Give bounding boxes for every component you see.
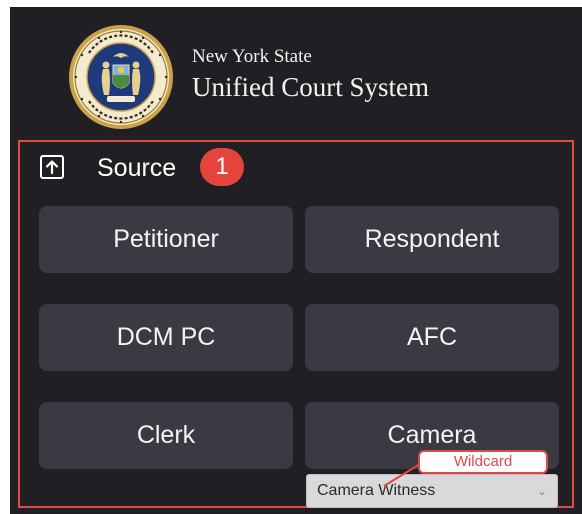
camera-witness-select[interactable]: Camera Witness ⌄ bbox=[306, 474, 558, 508]
respondent-button[interactable]: Respondent bbox=[305, 206, 559, 273]
upload-icon bbox=[40, 155, 64, 179]
clerk-button-label: Clerk bbox=[136, 421, 196, 449]
wildcard-callout: Wildcard bbox=[418, 450, 548, 474]
step-badge: 1 bbox=[200, 148, 244, 186]
org-name-line1: New York State bbox=[192, 46, 312, 67]
afc-button[interactable]: AFC bbox=[305, 304, 559, 371]
afc-button-label: AFC bbox=[407, 323, 457, 351]
petitioner-button[interactable]: Petitioner bbox=[39, 206, 293, 273]
org-name-line2: Unified Court System bbox=[192, 72, 429, 102]
chevron-down-icon: ⌄ bbox=[536, 484, 547, 498]
dcm-pc-button-label: DCM PC bbox=[116, 323, 216, 351]
respondent-button-label: Respondent bbox=[364, 225, 500, 253]
camera-witness-select-value: Camera Witness bbox=[317, 482, 436, 499]
petitioner-button-label: Petitioner bbox=[113, 225, 219, 253]
clerk-button[interactable]: Clerk bbox=[39, 402, 293, 469]
source-heading: Source bbox=[97, 154, 177, 182]
ny-state-seal-icon bbox=[69, 25, 173, 129]
dcm-pc-button[interactable]: DCM PC bbox=[39, 304, 293, 371]
camera-button-label: Camera bbox=[387, 421, 477, 449]
